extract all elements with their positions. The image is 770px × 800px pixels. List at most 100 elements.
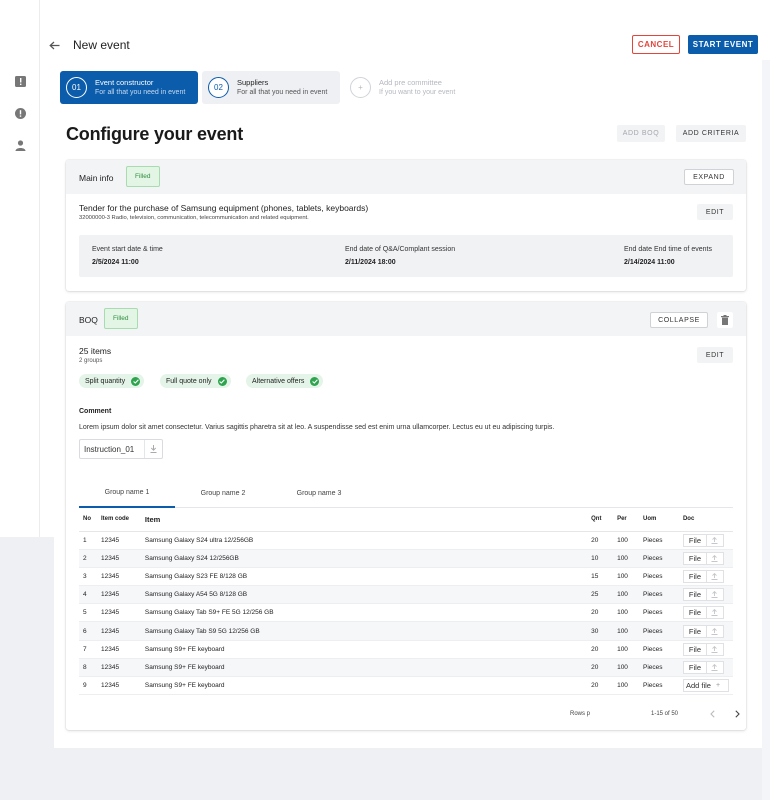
cell-item: Samsung Galaxy A54 5G 8/128 GB (140, 585, 588, 605)
step-title: Add pre committee (379, 77, 442, 87)
cell-per: 100 (613, 585, 640, 605)
add-criteria-button[interactable]: ADD CRITERIA (676, 125, 746, 142)
upload-icon[interactable] (706, 533, 724, 547)
cell-uom: Pieces (639, 549, 679, 568)
edit-boq-button[interactable]: EDIT (697, 347, 733, 363)
cell-qnt: 20 (587, 676, 614, 696)
card-title: BOQ (79, 315, 98, 325)
cell-code: 12345 (96, 549, 141, 568)
date-label: End date End time of events (624, 246, 712, 253)
upload-icon[interactable] (706, 660, 724, 674)
cell-item: Samsung S9+ FE keyboard (140, 640, 588, 659)
step-add-pre-committee[interactable]: + Add pre committee If you want to your … (344, 71, 482, 104)
check-icon (131, 376, 141, 386)
table-row: 4 12345 Samsung Galaxy A54 5G 8/128 GB 25 10… (79, 585, 733, 605)
file-button[interactable]: File (682, 569, 707, 583)
column-header: Uom (639, 508, 679, 532)
cell-uom: Pieces (639, 531, 679, 550)
upload-icon[interactable] (706, 606, 724, 620)
file-button[interactable]: File (682, 624, 707, 638)
upload-icon[interactable] (706, 588, 724, 602)
chevron-left-icon[interactable] (706, 707, 718, 721)
chip-label: Full quote only (166, 377, 212, 385)
download-icon[interactable] (144, 440, 162, 458)
step-number: 02 (208, 77, 229, 98)
tab-group-3[interactable]: Group name 3 (271, 478, 367, 508)
cell-qnt: 15 (587, 567, 614, 587)
add-file-button[interactable]: Add file + (682, 679, 729, 693)
upload-icon[interactable] (706, 569, 724, 583)
chip-split-quantity: Split quantity (79, 374, 145, 388)
trash-icon[interactable] (717, 312, 733, 328)
attachment-name: Instruction_01 (84, 444, 135, 454)
cell-per: 100 (613, 658, 640, 678)
plus-icon: + (350, 77, 371, 98)
date-value: 2/5/2024 11:00 (92, 259, 139, 266)
step-subtitle: For all that you need in event (95, 88, 186, 96)
file-button[interactable]: File (682, 642, 707, 656)
tab-group-1[interactable]: Group name 1 (79, 478, 175, 508)
file-button[interactable]: File (682, 533, 707, 547)
cell-no: 1 (79, 531, 97, 550)
table-row: 6 12345 Samsung Galaxy Tab S9 5G 12/256 GB… (79, 621, 733, 641)
card-title: Main info (79, 173, 114, 183)
cell-qnt: 20 (587, 531, 614, 550)
edit-main-info-button[interactable]: EDIT (697, 204, 733, 220)
table-row: 8 12345 Samsung S9+ FE keyboard 20 100 Pieces… (79, 658, 733, 678)
add-boq-button[interactable]: ADD BOQ (617, 125, 665, 142)
cell-uom: Pieces (639, 585, 679, 605)
cell-uom: Pieces (639, 658, 679, 678)
attachment[interactable]: Instruction_01 (79, 439, 163, 459)
status-badge: Filled (126, 166, 160, 187)
file-button[interactable]: File (682, 588, 707, 602)
upload-icon[interactable] (706, 642, 724, 656)
step-title: Event constructor (95, 77, 154, 87)
cell-doc: File (678, 549, 733, 568)
groups-count: 2 groups (79, 358, 103, 364)
report-icon[interactable] (12, 73, 28, 89)
table-row: 9 12345 Samsung S9+ FE keyboard 20 100 Pieces… (79, 676, 733, 696)
cell-per: 100 (613, 676, 640, 696)
chip-alternative-offers: Alternative offers (246, 374, 324, 388)
cancel-button[interactable]: CANCEL (632, 35, 680, 54)
start-event-button[interactable]: START EVENT (688, 35, 758, 54)
cell-no: 5 (79, 603, 97, 623)
cell-no: 3 (79, 567, 97, 587)
file-button[interactable]: File (682, 606, 707, 620)
upload-icon[interactable] (706, 551, 724, 565)
cell-qnt: 10 (587, 549, 614, 568)
step-title: Suppliers (237, 77, 269, 87)
chip-full-quote-only: Full quote only (160, 374, 231, 388)
cell-doc: File (678, 603, 733, 623)
step-event-constructor[interactable]: 01 Event constructor For all that you ne… (60, 71, 198, 104)
column-header: Item code (96, 508, 141, 532)
cell-item: Samsung Galaxy Tab S9 5G 12/256 GB (140, 621, 588, 641)
group-tabs: Group name 1 Group name 2 Group name 3 (79, 478, 733, 508)
table-row: 2 12345 Samsung Galaxy S24 12/256GB 10 100 Pi… (79, 549, 733, 568)
rows-per-page-label: Rows p (570, 711, 591, 717)
tender-title: Tender for the purchase of Samsung equip… (79, 203, 369, 213)
step-suppliers[interactable]: 02 Suppliers For all that you need in ev… (202, 71, 340, 104)
alert-icon[interactable] (12, 105, 28, 121)
user-icon[interactable] (12, 137, 28, 153)
upload-icon[interactable] (706, 624, 724, 638)
cell-uom: Pieces (639, 640, 679, 659)
cell-item: Samsung Galaxy S24 ultra 12/256GB (140, 531, 588, 550)
cell-qnt: 20 (587, 658, 614, 678)
boq-card: BOQ Filled COLLAPSE 25 items 2 groups ED… (66, 302, 746, 730)
event-dates: Event start date & time 2/5/2024 11:00 E… (79, 235, 733, 277)
chevron-right-icon[interactable] (731, 707, 743, 721)
back-arrow-icon[interactable] (46, 37, 62, 53)
file-button[interactable]: File (682, 551, 707, 565)
card-header: BOQ Filled COLLAPSE (66, 302, 746, 336)
cell-no: 8 (79, 658, 97, 678)
file-button[interactable]: File (682, 660, 707, 674)
left-rail (0, 0, 40, 537)
cell-per: 100 (613, 549, 640, 568)
expand-button[interactable]: EXPAND (684, 169, 734, 185)
tab-group-2[interactable]: Group name 2 (175, 478, 271, 508)
doc-controls: File (682, 660, 729, 674)
cell-doc: Add file + (678, 676, 733, 696)
doc-controls: File (682, 533, 729, 547)
collapse-button[interactable]: COLLAPSE (650, 312, 708, 328)
